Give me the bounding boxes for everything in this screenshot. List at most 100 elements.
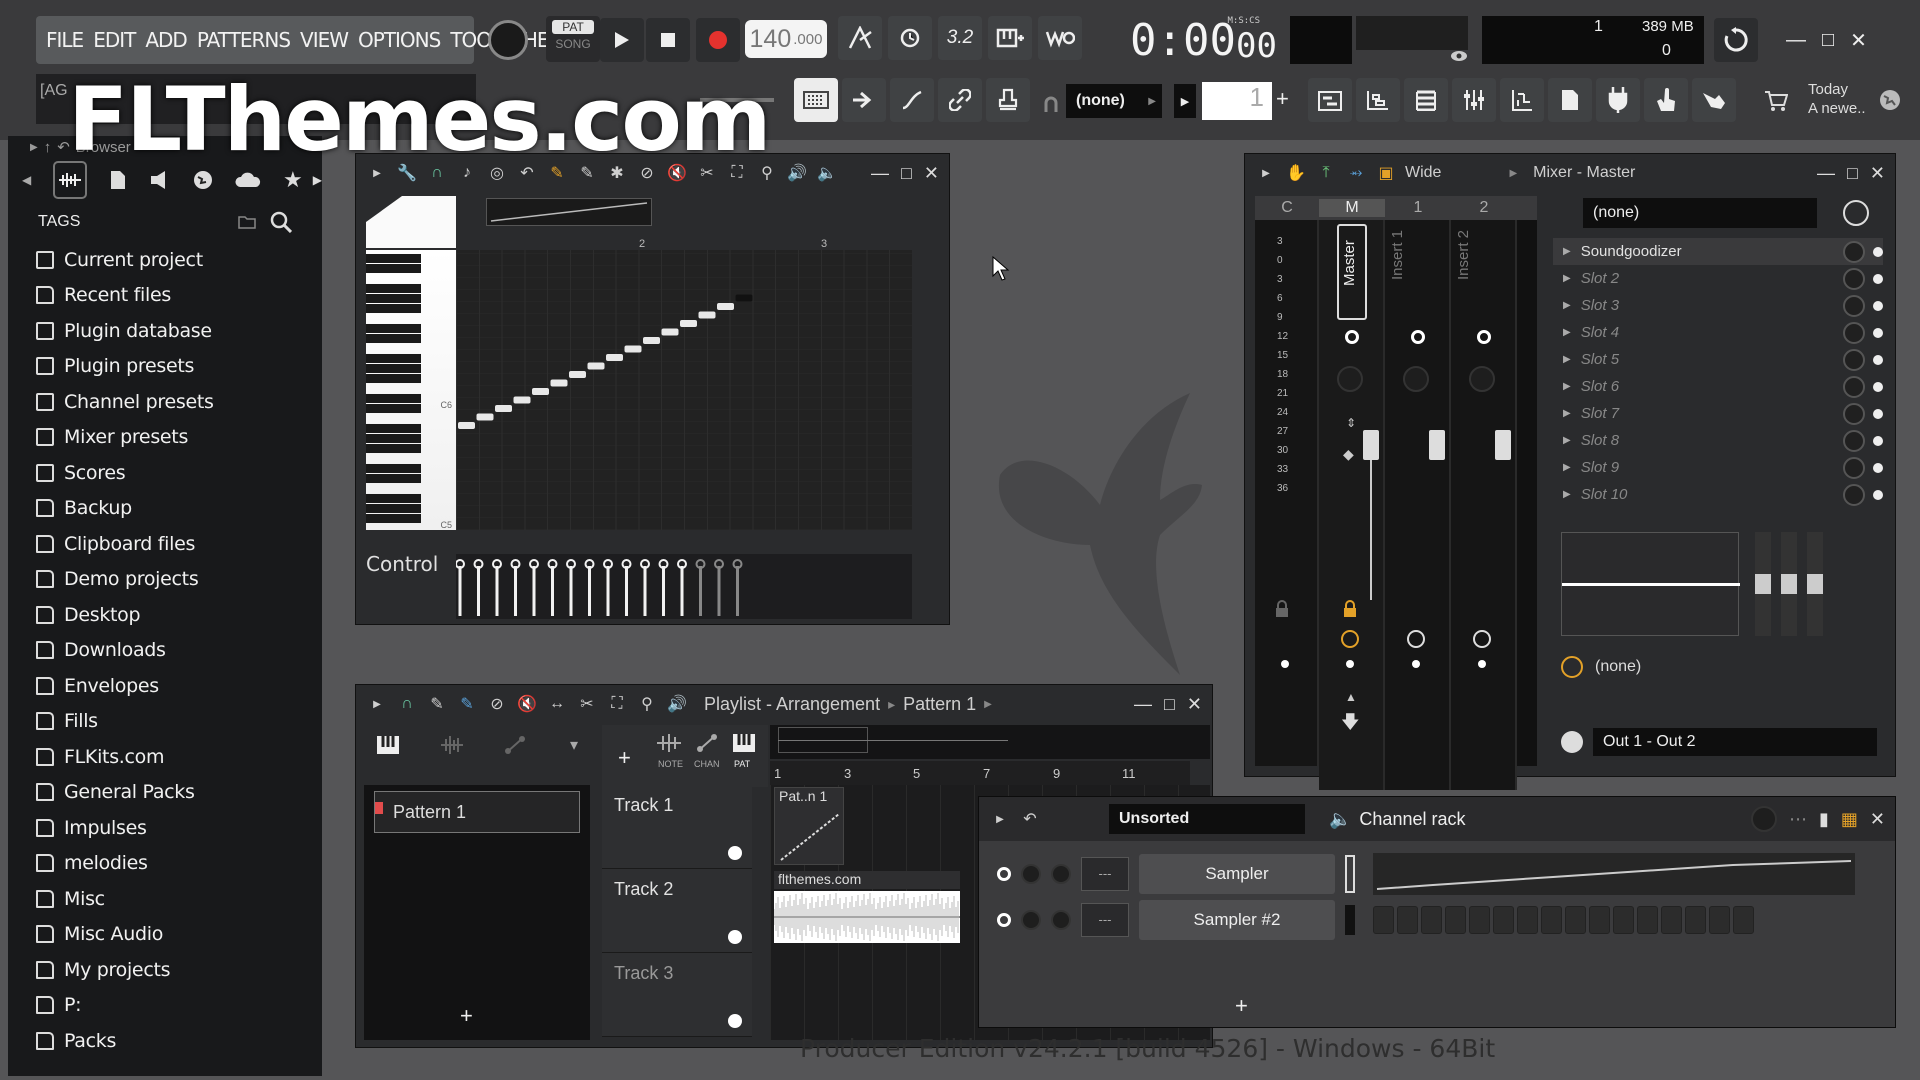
browser-item[interactable]: Mixer presets <box>8 420 322 456</box>
mixer-slot[interactable]: ▶ Slot 7 <box>1553 400 1883 427</box>
speaker-icon[interactable]: 🔊 <box>666 693 688 715</box>
pat-mode-icon[interactable] <box>732 733 756 753</box>
audio-clip-waveform[interactable] <box>774 891 960 943</box>
pl-menu-icon[interactable]: ▶ <box>366 693 388 715</box>
slot-expand-icon[interactable]: ▶ <box>1563 462 1571 473</box>
note[interactable] <box>458 422 475 429</box>
picker-automation-icon[interactable] <box>504 735 526 755</box>
step-pad[interactable] <box>1637 906 1658 934</box>
maximize-icon[interactable]: □ <box>1847 163 1858 184</box>
browser-item[interactable]: Backup <box>8 491 322 527</box>
track-2-header[interactable]: Track 2 <box>602 869 752 953</box>
step-edit-icon[interactable] <box>988 16 1032 60</box>
browser-item[interactable]: Demo projects <box>8 562 322 598</box>
tab-cloud-icon[interactable] <box>235 172 261 188</box>
menu-patterns[interactable]: PATTERNS <box>197 28 291 52</box>
slot-expand-icon[interactable]: ▶ <box>1563 381 1571 392</box>
pattern-clip[interactable]: Pat..n 1 <box>774 787 844 865</box>
step-pad[interactable] <box>1469 906 1490 934</box>
metronome-icon[interactable] <box>838 16 882 60</box>
ch1-volume-knob[interactable] <box>1021 864 1041 884</box>
note-icon[interactable]: ♪ <box>456 162 478 184</box>
step-pad[interactable] <box>1589 906 1610 934</box>
delete-icon[interactable]: ⊘ <box>486 693 508 715</box>
note[interactable] <box>735 294 753 302</box>
master-sep-icon[interactable]: ◆ <box>1343 446 1361 464</box>
ch1-piano-preview[interactable] <box>1373 853 1855 895</box>
browser-item[interactable]: Desktop <box>8 597 322 633</box>
tab-online-icon[interactable] <box>193 170 213 190</box>
col-m[interactable]: M <box>1319 199 1385 217</box>
plugin-icon[interactable] <box>1596 78 1640 122</box>
stop-button[interactable] <box>646 18 690 62</box>
velocity-lane[interactable] <box>456 554 912 619</box>
speaker-slide-icon[interactable]: 🔈 <box>816 162 838 184</box>
step-pad[interactable] <box>1397 906 1418 934</box>
globe-icon[interactable] <box>1878 88 1902 112</box>
audio-clip-label[interactable]: flthemes.com <box>774 871 960 889</box>
mixer-slot[interactable]: ▶ Slot 6 <box>1553 373 1883 400</box>
slot-mix-knob[interactable] <box>1843 267 1865 290</box>
browser-item[interactable]: Recent files <box>8 278 322 314</box>
ch1-select[interactable] <box>1345 855 1355 893</box>
black-key[interactable] <box>366 324 421 333</box>
black-key[interactable] <box>366 374 421 383</box>
note-mode-icon[interactable] <box>656 733 682 753</box>
slot-mix-knob[interactable] <box>1843 402 1865 425</box>
note-tab[interactable]: NOTE <box>658 759 683 769</box>
slot-enable-dot[interactable] <box>1873 246 1883 257</box>
pr-menu-icon[interactable]: ▶ <box>366 162 388 184</box>
mute-icon[interactable]: 🔇 <box>666 162 688 184</box>
step-pad[interactable] <box>1565 906 1586 934</box>
browser-item[interactable]: Downloads <box>8 633 322 669</box>
step-pad[interactable] <box>1685 906 1706 934</box>
master-route-dot[interactable] <box>1346 660 1354 668</box>
slot-expand-icon[interactable]: ▶ <box>1563 489 1571 500</box>
control-label[interactable]: Control <box>366 552 438 576</box>
mixer-slot[interactable]: ▶ Slot 4 <box>1553 319 1883 346</box>
minimize-icon[interactable]: — <box>871 163 889 184</box>
browser-item[interactable]: Clipboard files <box>8 526 322 562</box>
song-time-display[interactable]: 0:00 00 M:S:CS <box>1130 14 1277 66</box>
close-icon[interactable]: ✕ <box>1187 694 1202 715</box>
menu-view[interactable]: VIEW <box>300 28 349 52</box>
note-grid[interactable] <box>456 250 912 530</box>
ch2-step-sequencer[interactable] <box>1373 906 1754 934</box>
close-icon[interactable]: ✕ <box>1870 163 1885 184</box>
slot-mix-knob[interactable] <box>1843 429 1865 452</box>
slice-icon[interactable]: ✂ <box>576 693 598 715</box>
chan-mode-icon[interactable] <box>696 733 718 753</box>
cart-icon[interactable] <box>1764 90 1788 112</box>
arrow-up-icon[interactable]: ⤒ <box>1315 162 1337 184</box>
maximize-icon[interactable]: □ <box>901 163 912 184</box>
insert-2-enable[interactable] <box>1477 330 1491 344</box>
mixer-slot[interactable]: ▶ Slot 2 <box>1553 265 1883 292</box>
wrench-icon[interactable]: 🔧 <box>396 162 418 184</box>
pr-overview[interactable] <box>486 198 652 226</box>
mixer-menu-icon[interactable]: ▶ <box>1255 162 1277 184</box>
step-pad[interactable] <box>1517 906 1538 934</box>
eq-display[interactable] <box>1561 532 1740 636</box>
mixer-slot[interactable]: ▶ Slot 8 <box>1553 427 1883 454</box>
arrow-right-icon[interactable] <box>842 78 886 122</box>
paint-icon[interactable]: ✎ <box>456 693 478 715</box>
chan-tab[interactable]: CHAN <box>694 759 720 769</box>
slot-mix-knob[interactable] <box>1843 483 1865 506</box>
undo-icon[interactable]: ↶ <box>516 162 538 184</box>
black-key[interactable] <box>366 504 421 513</box>
piano-roll-icon[interactable] <box>1404 78 1448 122</box>
insert-2-route-dot[interactable] <box>1478 660 1486 668</box>
slot-expand-icon[interactable]: ▶ <box>1563 435 1571 446</box>
route-dot[interactable] <box>1281 660 1289 668</box>
minimize-icon[interactable]: — <box>1134 694 1152 715</box>
snap-selector[interactable]: (none) ▶ <box>1066 84 1162 118</box>
browser-item[interactable]: Scores <box>8 455 322 491</box>
steps-icon[interactable]: ▦ <box>1841 809 1858 830</box>
slot-mix-knob[interactable] <box>1843 240 1865 263</box>
picker-patterns-icon[interactable] <box>376 735 400 755</box>
tabs-right-icon[interactable]: ▶ <box>313 173 322 187</box>
step-pad[interactable] <box>1493 906 1514 934</box>
mute-icon[interactable]: 🔇 <box>516 693 538 715</box>
add-channel-icon[interactable]: + <box>1235 993 1248 1019</box>
minimize-icon[interactable]: — <box>1786 29 1806 52</box>
